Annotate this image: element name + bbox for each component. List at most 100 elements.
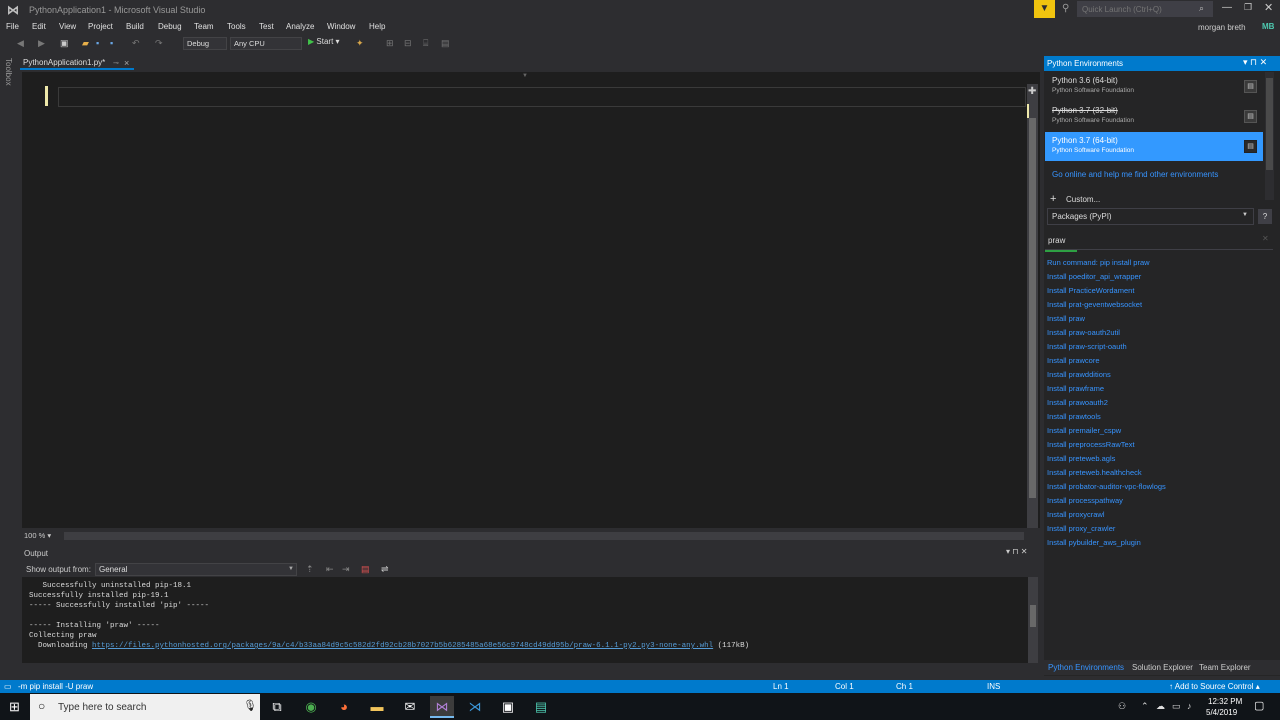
solution-platform-select[interactable]: Any CPU	[230, 37, 302, 50]
new-project-icon[interactable]: ▣	[60, 38, 69, 49]
save-all-icon[interactable]: ▪	[110, 38, 113, 48]
install-package-link[interactable]: Install praw	[1047, 314, 1085, 323]
app-window-icon[interactable]: ▣	[496, 696, 520, 718]
pin-icon[interactable]: ⊓	[1250, 57, 1257, 67]
clear-search-icon[interactable]: ✕	[1262, 234, 1269, 243]
install-package-link[interactable]: Install PracticeWordament	[1047, 286, 1134, 295]
environment-python-3-6-64[interactable]: Python 3.6 (64-bit) Python Software Foun…	[1045, 72, 1263, 101]
chrome-icon[interactable]: ◉	[299, 696, 323, 718]
show-hidden-icons-icon[interactable]: ⌃	[1141, 701, 1149, 712]
remote-desktop-icon[interactable]: ▤	[529, 696, 553, 718]
install-package-link[interactable]: Install probator-auditor-vpc-flowlogs	[1047, 482, 1166, 491]
menu-window[interactable]: Window	[327, 22, 355, 31]
horizontal-scrollbar[interactable]	[64, 532, 1024, 540]
action-center-icon[interactable]: ▢	[1254, 699, 1264, 712]
close-icon[interactable]: ✕	[1021, 547, 1028, 556]
open-interactive-window-icon[interactable]: ▤	[1244, 140, 1257, 153]
install-package-link[interactable]: Install prawoauth2	[1047, 398, 1108, 407]
menu-edit[interactable]: Edit	[32, 22, 46, 31]
microphone-icon[interactable]: 🎙	[243, 699, 257, 712]
install-package-link[interactable]: Install processpathway	[1047, 496, 1123, 505]
install-package-link[interactable]: Install proxy_crawler	[1047, 524, 1115, 533]
windows-start-button[interactable]: ⊞	[9, 699, 20, 715]
search-icon[interactable]: ⌕	[1199, 3, 1204, 14]
quick-launch-input[interactable]	[1077, 1, 1213, 17]
bookmark-icon[interactable]: ⌸	[423, 38, 428, 49]
tab-python-environments[interactable]: Python Environments	[1048, 663, 1124, 672]
menu-test[interactable]: Test	[259, 22, 274, 31]
toolbox-tool-icon[interactable]: ✦	[356, 38, 364, 49]
close-window-button[interactable]: ✕	[1264, 1, 1273, 14]
menu-debug[interactable]: Debug	[158, 22, 182, 31]
visual-studio-taskbar-icon[interactable]: ⋈	[430, 696, 454, 718]
install-package-link[interactable]: Install premailer_cspw	[1047, 426, 1121, 435]
environment-python-3-7-64[interactable]: Python 3.7 (64-bit) Python Software Foun…	[1045, 132, 1263, 161]
install-package-link[interactable]: Install prawdditions	[1047, 370, 1111, 379]
battery-icon[interactable]: ▭	[1172, 701, 1181, 712]
chevron-down-icon[interactable]: ▼	[522, 73, 528, 79]
go-online-link[interactable]: Go online and help me find other environ…	[1052, 170, 1218, 179]
output-source-select[interactable]: General	[95, 563, 297, 576]
avatar[interactable]: MB	[1262, 22, 1274, 31]
pin-icon[interactable]: ⊸	[113, 59, 119, 67]
pin-icon[interactable]: ⊓	[1012, 547, 1018, 556]
custom-environment-link[interactable]: Custom...	[1066, 195, 1100, 204]
close-tab-icon[interactable]: ×	[124, 58, 129, 68]
zoom-select[interactable]: 100 % ▾	[24, 531, 51, 540]
menu-help[interactable]: Help	[369, 22, 385, 31]
menu-tools[interactable]: Tools	[227, 22, 246, 31]
mail-icon[interactable]: ✉	[398, 696, 422, 718]
clock-time[interactable]: 12:32 PM	[1208, 697, 1242, 706]
menu-file[interactable]: File	[6, 22, 19, 31]
install-package-link[interactable]: Install prat-geventwebsocket	[1047, 300, 1142, 309]
user-name[interactable]: morgan breth	[1198, 23, 1246, 32]
download-link[interactable]: https://files.pythonhosted.org/packages/…	[92, 642, 713, 650]
install-package-link[interactable]: Install praw-script-oauth	[1047, 342, 1127, 351]
install-package-link[interactable]: Install preprocessRawText	[1047, 440, 1135, 449]
install-package-link[interactable]: Install prawframe	[1047, 384, 1104, 393]
split-window-icon[interactable]: ✚	[1028, 86, 1036, 97]
menu-team[interactable]: Team	[194, 22, 214, 31]
forward-icon[interactable]: ▶	[38, 38, 45, 49]
layout-icon[interactable]: ⊞	[386, 38, 394, 49]
back-icon[interactable]: ◀	[17, 38, 24, 49]
output-scrollbar-thumb[interactable]	[1030, 605, 1036, 627]
clock-date[interactable]: 5/4/2019	[1206, 708, 1237, 717]
menu-project[interactable]: Project	[88, 22, 113, 31]
install-package-link[interactable]: Install preteweb.agls	[1047, 454, 1115, 463]
align-icon[interactable]: ⊟	[404, 38, 412, 49]
editor-scrollbar-thumb[interactable]	[1029, 118, 1036, 498]
task-view-icon[interactable]: ⧉	[265, 696, 289, 718]
install-package-link[interactable]: Install prawcore	[1047, 356, 1100, 365]
notification-flag-icon[interactable]: ▼	[1034, 0, 1055, 18]
install-package-link[interactable]: Install poeditor_api_wrapper	[1047, 272, 1141, 281]
code-editor[interactable]	[22, 72, 1040, 528]
prev-message-icon[interactable]: ⇤	[326, 564, 334, 575]
menu-view[interactable]: View	[59, 22, 76, 31]
environments-scrollbar-thumb[interactable]	[1266, 78, 1273, 170]
open-interactive-window-icon[interactable]: ▤	[1244, 110, 1257, 123]
package-search-input[interactable]	[1045, 232, 1273, 250]
menu-analyze[interactable]: Analyze	[286, 22, 314, 31]
open-folder-icon[interactable]: ▰	[82, 38, 89, 49]
environment-python-3-7-32[interactable]: Python 3.7 (32-bit) Python Software Foun…	[1045, 102, 1263, 131]
next-message-icon[interactable]: ⇥	[342, 564, 350, 575]
maximize-button[interactable]: ❐	[1244, 2, 1252, 13]
start-button[interactable]: ▶ Start ▾	[308, 37, 340, 46]
install-package-link[interactable]: Install pybuilder_aws_plugin	[1047, 538, 1141, 547]
clear-all-icon[interactable]: ▤	[361, 564, 370, 575]
comment-icon[interactable]: ▤	[441, 38, 450, 49]
toolbox-tab[interactable]: Toolbox	[4, 58, 13, 86]
install-package-link[interactable]: Install preteweb.healthcheck	[1047, 468, 1142, 477]
find-message-icon[interactable]: ⇡	[306, 564, 314, 575]
redo-icon[interactable]: ↷	[155, 38, 163, 49]
tab-team-explorer[interactable]: Team Explorer	[1199, 663, 1251, 672]
volume-icon[interactable]: ♪	[1187, 701, 1192, 711]
file-explorer-icon[interactable]: ▬	[365, 696, 389, 718]
word-wrap-icon[interactable]: ⇌	[381, 564, 389, 575]
undo-icon[interactable]: ↶	[132, 38, 140, 49]
network-icon[interactable]: ☁	[1156, 701, 1165, 712]
panel-controls[interactable]: ▾ ⊓ ✕	[1243, 57, 1267, 68]
filter-icon[interactable]: ⚲	[1062, 3, 1069, 14]
output-window-controls[interactable]: ▾ ⊓ ✕	[1006, 547, 1027, 556]
